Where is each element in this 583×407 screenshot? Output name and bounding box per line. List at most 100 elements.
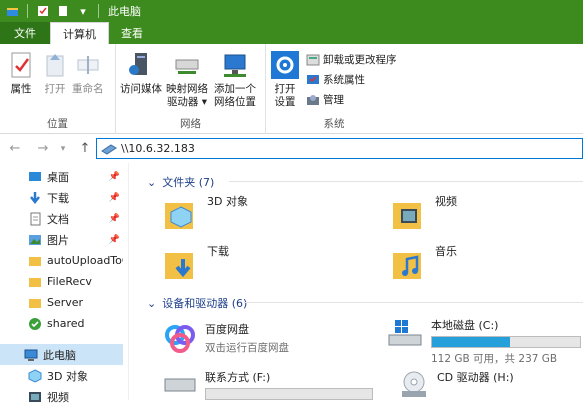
document-icon — [30, 212, 41, 225]
rename-icon — [77, 56, 99, 74]
drive-name: 本地磁盘 (C:) — [431, 319, 499, 332]
drive-f-contact[interactable]: 联系方式 (F:) — [163, 369, 373, 400]
sidebar-item-downloads[interactable]: 下载 📌 — [0, 187, 123, 208]
folder-icon — [29, 277, 41, 287]
baidu-netdisk-icon — [165, 325, 195, 353]
folder-3d-objects[interactable]: 3D 对象 — [163, 195, 248, 233]
sidebar-item-filerecv[interactable]: FileRecv — [0, 271, 123, 292]
tab-computer[interactable]: 计算机 — [50, 22, 109, 44]
sidebar-item-label: 3D 对象 — [47, 369, 88, 383]
folder-downloads[interactable]: 下载 — [163, 245, 229, 283]
folder-label: 下载 — [207, 245, 229, 258]
sidebar-item-label: Server — [47, 296, 84, 309]
address-bar[interactable]: \\10.6.32.183 — [96, 138, 583, 159]
uninstall-label: 卸载或更改程序 — [323, 54, 397, 66]
pin-icon: 📌 — [108, 171, 120, 182]
baidu-netdisk-item[interactable]: 百度网盘 双击运行百度网盘 — [163, 321, 289, 355]
sidebar-item-label: 桌面 — [47, 170, 69, 184]
drive-usage-bar — [205, 388, 373, 400]
sync-folder-icon — [29, 317, 41, 330]
sidebar-item-server[interactable]: Server — [0, 292, 123, 313]
folder-videos[interactable]: 视频 — [391, 195, 457, 233]
forward-arrow-icon[interactable]: → — [34, 139, 52, 159]
3d-objects-icon — [28, 368, 42, 383]
title-bar: ▾ 此电脑 — [0, 0, 583, 22]
properties-icon — [11, 52, 31, 78]
add-location-label: 添加一个 — [214, 83, 256, 95]
sidebar-item-autouploadtoc[interactable]: autoUploadToC — [0, 250, 123, 271]
drive-name: 联系方式 (F:) — [205, 371, 271, 384]
sidebar-item-label: 此电脑 — [43, 348, 76, 362]
explorer-app-icon[interactable] — [4, 3, 20, 19]
access-media-button[interactable]: 访问媒体 — [120, 50, 162, 96]
back-arrow-icon[interactable]: ← — [6, 139, 24, 159]
recent-locations-chevron-icon[interactable]: ▾ — [54, 139, 72, 159]
cd-drive-icon — [402, 371, 426, 397]
sidebar-item-label: FileRecv — [47, 275, 92, 288]
folder-label: 3D 对象 — [207, 195, 248, 208]
content-pane: ⌄ 文件夹 (7) 3D 对象 视频 下载 音乐 ⌄ 设备和驱动器 (6) 百度… — [129, 163, 583, 400]
up-arrow-icon[interactable]: ↑ — [76, 139, 94, 159]
sidebar-item-label: 文档 — [47, 212, 69, 226]
sidebar-item-label: 图片 — [47, 233, 69, 247]
pin-icon: 📌 — [108, 234, 120, 245]
sidebar-item-3d-objects[interactable]: 3D 对象 — [0, 365, 123, 386]
add-network-location-button[interactable]: 添加一个 网络位置 — [214, 50, 256, 109]
properties-label: 属性 — [10, 83, 32, 95]
sidebar-item-documents[interactable]: 文档 📌 — [0, 208, 123, 229]
devices-header-label: 设备和驱动器 (6) — [162, 297, 248, 310]
collapse-chevron-icon: ⌄ — [147, 296, 157, 310]
cd-drive-h[interactable]: CD 驱动器 (H:) — [399, 369, 514, 399]
system-properties-button[interactable]: 系统属性 — [306, 72, 365, 87]
sidebar-item-videos[interactable]: 视频 — [0, 386, 123, 407]
sidebar-item-label: shared — [47, 317, 85, 330]
open-settings-label: 打开 — [274, 83, 296, 95]
folder-label: 视频 — [435, 195, 457, 208]
tab-file[interactable]: 文件 — [0, 22, 50, 44]
open-label: 打开 — [44, 83, 66, 95]
folder-label: 音乐 — [435, 245, 457, 258]
media-server-icon — [129, 53, 147, 75]
group-location: 属性 打开 重命名 位置 — [0, 44, 116, 134]
devices-group-header[interactable]: ⌄ 设备和驱动器 (6) — [147, 295, 247, 311]
uninstall-button[interactable]: 卸载或更改程序 — [306, 52, 397, 67]
group-system-label: 系统 — [323, 118, 345, 130]
folder-music[interactable]: 音乐 — [391, 245, 457, 283]
map-drive-label-2: 驱动器 ▾ — [166, 96, 208, 108]
rename-button[interactable]: 重命名 — [72, 50, 104, 96]
properties-button[interactable]: 属性 — [6, 50, 36, 96]
map-drive-button[interactable]: 映射网络 驱动器 ▾ — [166, 50, 208, 109]
video-icon — [29, 391, 41, 402]
sidebar-item-label: autoUploadToC — [47, 254, 123, 267]
sidebar-item-shared[interactable]: shared — [0, 313, 123, 334]
group-network-label: 网络 — [180, 118, 201, 130]
folder-icon — [29, 256, 41, 266]
drive-usage-fill — [432, 337, 511, 347]
folders-group-header[interactable]: ⌄ 文件夹 (7) — [147, 174, 214, 190]
open-settings-button[interactable]: 打开 设置 — [270, 50, 300, 109]
network-drive-icon — [101, 143, 117, 155]
access-media-label: 访问媒体 — [120, 83, 162, 95]
network-location-icon — [224, 54, 246, 77]
group-network: 访问媒体 映射网络 驱动器 ▾ 添加一个 网络位置 网络 — [116, 44, 266, 134]
customize-quick-access-icon[interactable]: ▾ — [75, 3, 91, 19]
address-path: \\10.6.32.183 — [121, 142, 195, 155]
tab-view[interactable]: 查看 — [109, 22, 155, 44]
folders-header-label: 文件夹 (7) — [162, 176, 215, 189]
settings-gear-icon — [271, 51, 299, 79]
properties-quick-icon[interactable] — [35, 3, 51, 19]
sidebar-item-pictures[interactable]: 图片 📌 — [0, 229, 123, 250]
drive-name: CD 驱动器 (H:) — [437, 371, 514, 384]
desktop-icon — [29, 171, 41, 181]
local-disk-c[interactable]: 本地磁盘 (C:) 112 GB 可用，共 237 GB — [387, 317, 581, 366]
open-button[interactable]: 打开 — [40, 50, 70, 96]
new-folder-quick-icon[interactable] — [55, 3, 71, 19]
sidebar-item-desktop[interactable]: 桌面 📌 — [0, 166, 123, 187]
system-properties-label: 系统属性 — [323, 74, 365, 86]
uninstall-icon — [306, 54, 320, 65]
manage-button[interactable]: 管理 — [306, 92, 344, 107]
ribbon: 属性 打开 重命名 位置 访问媒体 映射网络 驱动器 ▾ 添加一个 网络位置 网… — [0, 44, 583, 134]
map-drive-label: 映射网络 — [166, 83, 208, 95]
sidebar-item-this-pc[interactable]: 此电脑 — [0, 344, 123, 365]
manage-label: 管理 — [323, 94, 344, 106]
